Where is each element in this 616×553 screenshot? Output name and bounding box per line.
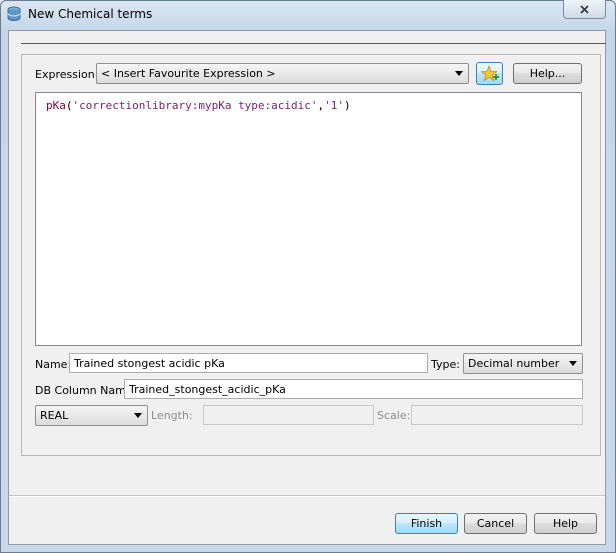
header-divider <box>21 43 606 44</box>
close-button[interactable] <box>563 0 606 19</box>
editor-open-paren: ( <box>65 99 73 112</box>
expression-help-button[interactable]: Help... <box>513 63 582 84</box>
sql-type-value: REAL <box>40 409 69 422</box>
type-label: Type: <box>431 358 460 371</box>
type-select[interactable]: Decimal number <box>463 353 583 374</box>
window-title: New Chemical terms <box>28 7 153 21</box>
add-favourite-button[interactable] <box>476 62 503 85</box>
finish-button[interactable]: Finish <box>395 513 458 534</box>
editor-close-paren: ) <box>344 99 351 112</box>
expression-panel: Expression: < Insert Favourite Expressio… <box>21 54 601 456</box>
star-add-icon <box>479 64 499 82</box>
chevron-down-icon <box>134 413 142 418</box>
name-label: Name: <box>35 358 72 371</box>
length-label: Length: <box>151 409 193 422</box>
type-select-value: Decimal number <box>468 357 560 370</box>
dialog-body: Expression: < Insert Favourite Expressio… <box>8 30 606 545</box>
help-button[interactable]: Help <box>534 513 597 534</box>
title-bar[interactable]: New Chemical terms <box>0 0 616 30</box>
name-input[interactable]: Trained stongest acidic pKa <box>69 353 428 373</box>
footer-divider <box>9 495 605 497</box>
length-input <box>203 405 374 425</box>
db-column-label: DB Column Name: <box>35 384 137 397</box>
chevron-down-icon <box>455 71 463 76</box>
scale-input <box>411 405 583 425</box>
close-icon <box>580 4 589 14</box>
db-column-input[interactable]: Trained_stongest_acidic_pKa <box>124 379 583 399</box>
expression-editor[interactable]: pKa('correctionlibrary:mypKa type:acidic… <box>35 92 582 346</box>
editor-argument-1: 'correctionlibrary:mypKa type:acidic' <box>72 99 318 112</box>
favourite-expression-select[interactable]: < Insert Favourite Expression > <box>96 63 469 84</box>
expression-label: Expression: <box>35 68 99 81</box>
cancel-button[interactable]: Cancel <box>464 513 527 534</box>
editor-argument-2: '1' <box>324 99 345 112</box>
chevron-down-icon <box>569 361 577 366</box>
scale-label: Scale: <box>377 409 411 422</box>
app-icon <box>7 6 21 21</box>
sql-type-select[interactable]: REAL <box>35 405 148 426</box>
editor-function-token: pKa <box>46 99 66 112</box>
favourite-expression-value: < Insert Favourite Expression > <box>101 67 276 80</box>
